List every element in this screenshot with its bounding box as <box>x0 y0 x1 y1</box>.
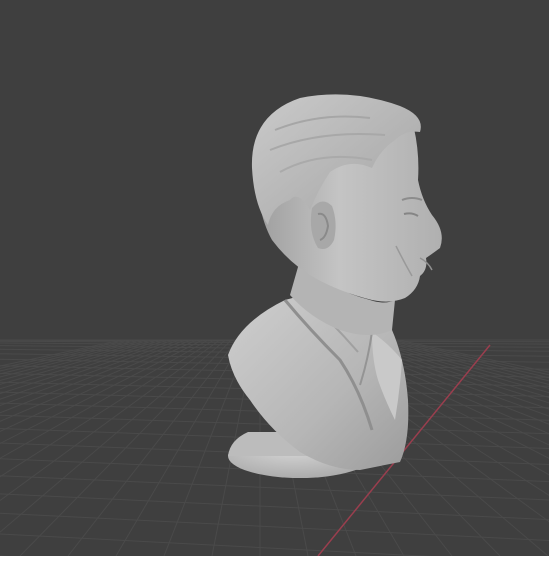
grid-line <box>0 512 549 541</box>
grid-line <box>0 475 549 501</box>
grid-line <box>0 339 226 533</box>
grid-line <box>0 339 186 414</box>
grid-line <box>0 339 168 395</box>
grid-line <box>0 339 174 400</box>
grid-line <box>0 493 549 521</box>
viewport-canvas[interactable] <box>0 0 549 556</box>
3d-viewport[interactable] <box>0 0 551 558</box>
